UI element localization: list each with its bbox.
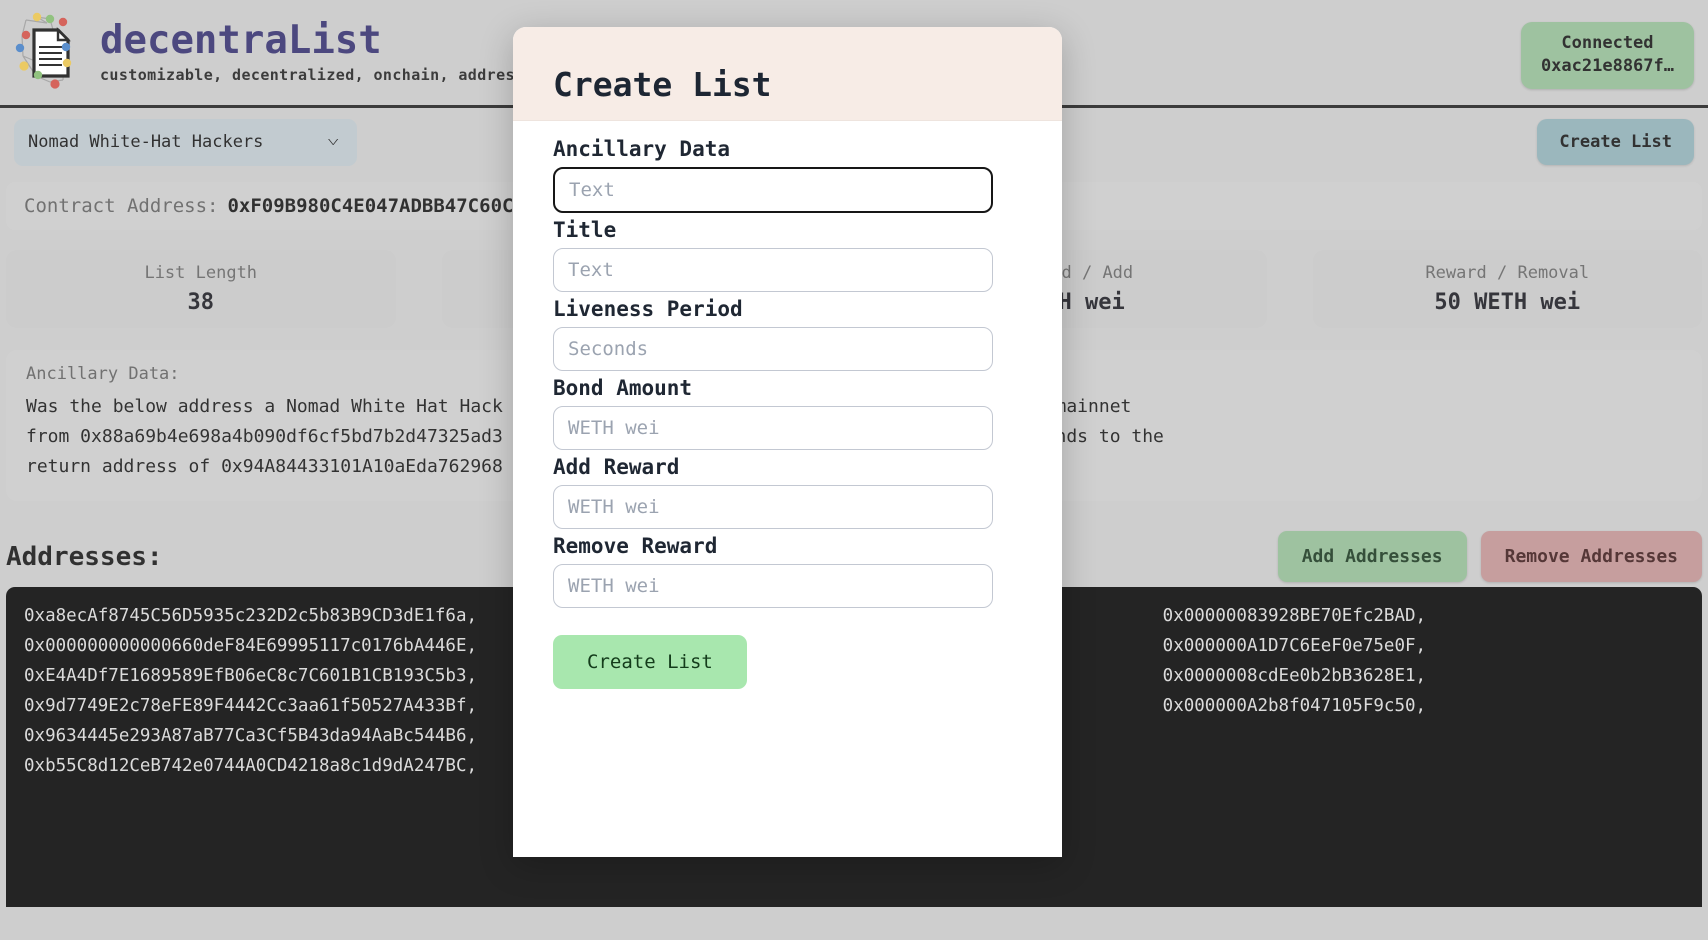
wallet-status-label: Connected	[1561, 33, 1654, 53]
form-field-label: Liveness Period	[553, 297, 743, 321]
form-field-bond-amount: Bond Amount	[553, 376, 1022, 450]
form-field-label: Ancillary Data	[553, 137, 731, 161]
modal-title: Create List	[553, 65, 772, 104]
modal-header: Create List	[513, 27, 1062, 121]
wallet-address-label: 0xac21e8867f…	[1540, 55, 1674, 76]
form-field-label: Bond Amount	[553, 376, 693, 400]
form-field-label: Add Reward	[553, 455, 680, 479]
contract-address-value[interactable]: 0xF09B980C4E047ADBB47C60C	[227, 195, 513, 217]
stat-label: List Length	[144, 263, 258, 283]
input-bond-amount[interactable]	[553, 406, 993, 450]
stat-value: 50 WETH wei	[1434, 290, 1581, 315]
address-item: 0xb55C8d12CeB742e0744A0CD4218a8c1d9dA247…	[24, 756, 478, 777]
form-field-remove-reward: Remove Reward	[553, 534, 1022, 608]
stat-label: Reward / Removal	[1425, 263, 1590, 283]
brand-block: decentraList customizable, decentralized…	[100, 17, 581, 85]
wallet-status-button[interactable]: Connected 0xac21e8867f…	[1520, 22, 1694, 89]
stat-card-reward-removal: Reward / Removal 50 WETH wei	[1312, 250, 1702, 328]
list-select-dropdown[interactable]: Nomad White-Hat Hackers ˅	[14, 118, 357, 166]
address-item: 0x9d7749E2c78eFE89F4442Cc3aa61f50527A433…	[24, 695, 478, 716]
remove-addresses-button[interactable]: Remove Addresses	[1480, 530, 1702, 582]
address-item: 0x000000A2b8f047105F9c50,	[1162, 695, 1427, 716]
brand-subtitle: customizable, decentralized, onchain, ad…	[100, 66, 581, 85]
create-list-modal: Create List Ancillary Data Title Liveness …	[513, 27, 1062, 857]
form-field-add-reward: Add Reward	[553, 455, 1022, 529]
document-network-icon	[14, 10, 92, 96]
address-item: 0x000000000000660deF84E69995117c0176bA44…	[24, 635, 478, 656]
stat-value: 38	[187, 290, 215, 315]
modal-create-list-submit-button[interactable]: Create List	[553, 635, 747, 689]
stat-card-list-length: List Length 38	[6, 250, 396, 328]
input-title[interactable]	[553, 248, 993, 292]
input-liveness-period[interactable]	[553, 327, 993, 371]
add-addresses-button[interactable]: Add Addresses	[1277, 530, 1467, 582]
create-list-button[interactable]: Create List	[1537, 119, 1694, 165]
address-item: 0x00000083928BE70Efc2BAD,	[1162, 605, 1427, 626]
address-item: 0x0000008cdEe0b2bB3628E1,	[1162, 665, 1427, 686]
addresses-actions: Add Addresses Remove Addresses	[1277, 530, 1702, 582]
form-field-label: Remove Reward	[553, 534, 718, 558]
form-field-label: Title	[553, 218, 617, 242]
form-field-liveness-period: Liveness Period	[553, 297, 1022, 371]
addresses-title: Addresses:	[6, 541, 163, 572]
form-field-ancillary-data: Ancillary Data	[553, 137, 1022, 213]
input-ancillary-data[interactable]	[553, 167, 993, 213]
modal-form: Ancillary Data Title Liveness Period Bond A…	[513, 121, 1062, 689]
chevron-down-icon: ˅	[326, 133, 339, 150]
address-item: 0xE4A4Df7E1689589EfB06eC8c7C601B1CB193C5…	[24, 665, 478, 686]
brand-title: decentraList	[100, 17, 382, 63]
input-add-reward[interactable]	[553, 485, 993, 529]
address-item: 0x9634445e293A87aB77Ca3Cf5B43da94AaBc544…	[24, 726, 478, 747]
list-select-value: Nomad White-Hat Hackers	[28, 132, 264, 152]
address-item: 0x000000A1D7C6EeF0e75e0F,	[1162, 635, 1427, 656]
input-remove-reward[interactable]	[553, 564, 993, 608]
form-field-title: Title	[553, 218, 1022, 292]
contract-address-label: Contract Address:	[24, 195, 219, 217]
address-item: 0xa8ecAf8745C56D5935c232D2c5b83B9CD3dE1f…	[24, 605, 478, 626]
